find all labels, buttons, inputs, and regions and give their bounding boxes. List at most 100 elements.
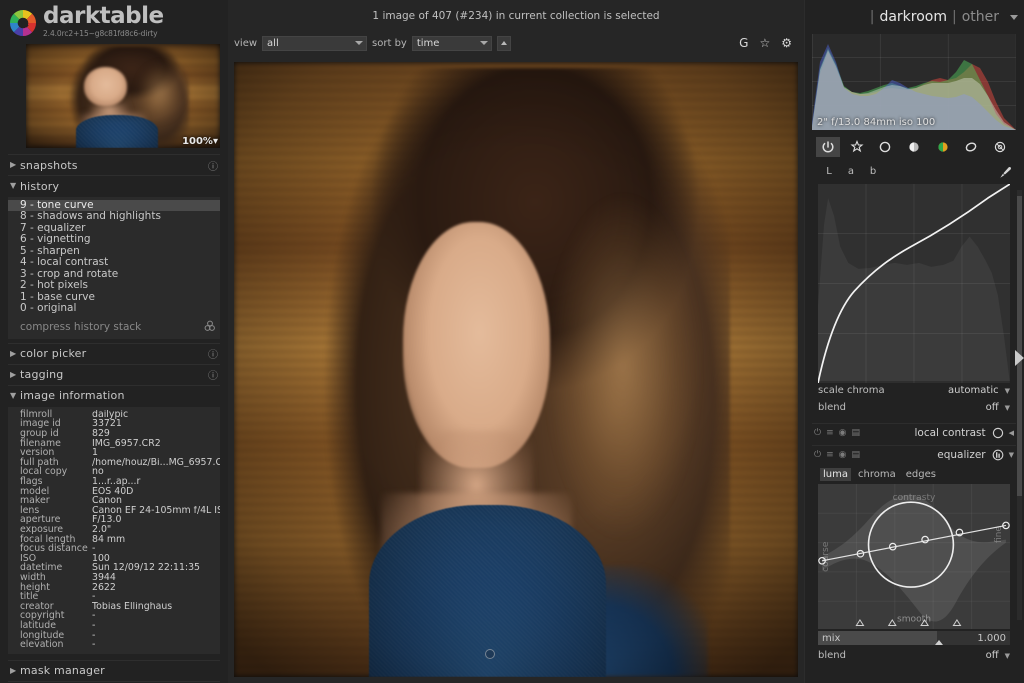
view-switcher-other[interactable]: other [962, 9, 999, 25]
equalizer-axis-top: contrasty [893, 493, 936, 503]
overlays-star-icon[interactable]: ☆ [759, 37, 770, 49]
info-value: 100 [92, 553, 110, 564]
tab-channel-b[interactable]: b [862, 166, 884, 182]
grouping-icon[interactable]: G [739, 37, 748, 49]
sidebar-item-tagging[interactable]: ▶ tagging ⓘ [8, 365, 220, 385]
darktable-window: darktable 2.4.0rc2+15~g8c81fd8c6-dirty 1… [0, 0, 1024, 683]
tab-edges[interactable]: edges [903, 468, 939, 481]
equalizer-module-icon [992, 449, 1004, 461]
slider-handle[interactable] [935, 640, 944, 645]
snapshots-reset-icon[interactable]: ⓘ [206, 158, 220, 173]
module-snapshots: ▶ snapshots ⓘ [8, 154, 220, 175]
blend-label: blend [818, 650, 846, 661]
tagging-label: tagging [20, 368, 64, 382]
history-item[interactable]: 4 - local contrast [8, 257, 220, 268]
reset-parameters-icon[interactable]: ◉ [839, 450, 847, 460]
compress-history-stack-button[interactable]: compress history stack [8, 315, 220, 337]
compress-stack-icon [204, 320, 216, 335]
right-panel: | darkroom | other 2" f/13.0 84mm iso 10… [804, 0, 1024, 683]
presets-menu-icon[interactable]: ≡ [826, 428, 834, 438]
chevron-down-icon[interactable] [1010, 14, 1018, 20]
equalizer-blend-row[interactable]: blend off ▼ [818, 648, 1010, 663]
sort-by-select[interactable]: time [411, 35, 492, 51]
history-stack-list[interactable]: 9 - tone curve 8 - shadows and highlight… [8, 197, 220, 339]
module-tone-curve: L a b scale chroma automatic ▼ blend off… [812, 163, 1016, 415]
tab-channel-a[interactable]: a [840, 166, 862, 182]
app-brand: darktable 2.4.0rc2+15~g8c81fd8c6-dirty [0, 0, 228, 42]
view-switcher-darkroom[interactable]: darkroom [879, 9, 947, 25]
equalizer-header[interactable]: ⏻ ≡ ◉ ▤ equalizer ▼ [812, 445, 1016, 464]
equalizer-mix-slider[interactable]: mix 1.000 [818, 631, 1010, 645]
chevron-down-icon [355, 41, 364, 45]
sort-direction-button[interactable] [496, 35, 511, 51]
history-item[interactable]: 8 - shadows and highlights [8, 211, 220, 222]
image-information-label: image information [20, 389, 125, 403]
zoom-level-label[interactable]: 100%▾ [182, 136, 218, 147]
histogram-widget[interactable]: 2" f/13.0 84mm iso 100 [812, 34, 1016, 130]
color-picker-reset-icon[interactable]: ⓘ [206, 346, 220, 361]
multi-instance-icon[interactable]: ▤ [852, 450, 861, 460]
module-equalizer: ⏻ ≡ ◉ ▤ equalizer ▼ luma chroma edges co… [812, 445, 1016, 663]
equalizer-axis-right: fine [994, 526, 1004, 543]
favorite-modules-icon[interactable] [845, 137, 869, 157]
tab-chroma[interactable]: chroma [855, 468, 899, 481]
sidebar-item-color-picker[interactable]: ▶ color picker ⓘ [8, 344, 220, 364]
reset-parameters-icon[interactable]: ◉ [839, 428, 847, 438]
preferences-gear-icon[interactable]: ⚙ [781, 37, 792, 49]
effects-group-icon[interactable] [988, 137, 1012, 157]
color-group-icon[interactable] [931, 137, 955, 157]
local-contrast-header[interactable]: ⏻ ≡ ◉ ▤ local contrast ◀ [812, 423, 1016, 442]
view-switcher-separator: | [869, 9, 875, 25]
tagging-reset-icon[interactable]: ⓘ [206, 367, 220, 382]
equalizer-tabs: luma chroma edges [812, 464, 1016, 484]
info-value: 1 [92, 448, 98, 458]
blend-value: off [985, 402, 999, 413]
tab-luma[interactable]: luma [820, 468, 851, 481]
expander-expanded-icon[interactable]: ▼ [1009, 451, 1014, 459]
chevron-down-icon[interactable]: ▼ [1005, 404, 1010, 412]
panel-collapse-arrow-icon[interactable] [1015, 350, 1024, 366]
basic-group-icon[interactable] [873, 137, 897, 157]
edited-photo [234, 62, 798, 677]
module-history: ▼ history 9 - tone curve 8 - shadows and… [8, 175, 220, 343]
active-modules-icon[interactable] [816, 137, 840, 157]
scrollbar-thumb[interactable] [1017, 196, 1022, 496]
info-value: Tobias Ellinghaus [92, 601, 173, 612]
equalizer-editor[interactable]: contrasty smooth coarse fine [818, 484, 1010, 629]
correction-group-icon[interactable] [959, 137, 983, 157]
tab-channel-L[interactable]: L [818, 166, 840, 182]
history-item[interactable]: 2 - hot pixels [8, 280, 220, 291]
sidebar-item-history[interactable]: ▼ history [8, 176, 220, 196]
tone-curve-plot [818, 184, 1010, 384]
presets-menu-icon[interactable]: ≡ [826, 450, 834, 460]
mix-label: mix [822, 632, 841, 644]
color-picker-icon[interactable] [999, 166, 1016, 182]
expander-collapsed-icon[interactable]: ◀ [1009, 429, 1014, 437]
app-version: 2.4.0rc2+15~g8c81fd8c6-dirty [43, 29, 158, 38]
darkroom-image-canvas[interactable] [234, 62, 798, 677]
power-toggle-icon[interactable]: ⏻ [814, 428, 821, 438]
sidebar-item-snapshots[interactable]: ▶ snapshots ⓘ [8, 155, 220, 175]
scale-chroma-row[interactable]: scale chroma automatic ▼ [818, 383, 1010, 398]
history-item[interactable]: 0 - original [8, 303, 220, 314]
tone-group-icon[interactable] [902, 137, 926, 157]
chevron-down-icon[interactable]: ▼ [1005, 387, 1010, 395]
power-toggle-icon[interactable]: ⏻ [814, 450, 821, 460]
tone-curve-editor[interactable] [818, 184, 1010, 384]
selection-status-bar: 1 image of 407 (#234) in current collect… [228, 0, 804, 32]
module-tagging: ▶ tagging ⓘ [8, 363, 220, 385]
mix-value: 1.000 [977, 632, 1006, 644]
view-filter-select[interactable]: all [262, 35, 368, 51]
sidebar-item-mask-manager[interactable]: ▶ mask manager [8, 661, 220, 681]
navigation-thumbnail[interactable]: 100%▾ [26, 44, 220, 148]
tone-curve-blend-row[interactable]: blend off ▼ [818, 400, 1010, 415]
info-value: 829 [92, 429, 110, 439]
multi-instance-icon[interactable]: ▤ [852, 428, 861, 438]
history-item[interactable]: 6 - vignetting [8, 234, 220, 245]
expander-collapsed-icon: ▶ [10, 665, 17, 675]
chevron-down-icon[interactable]: ▼ [1005, 652, 1010, 660]
right-panel-scrollbar[interactable] [1017, 190, 1022, 620]
sidebar-item-image-information[interactable]: ▼ image information [8, 386, 220, 406]
scale-chroma-label: scale chroma [818, 385, 885, 396]
center-area: 1 image of 407 (#234) in current collect… [228, 0, 804, 683]
